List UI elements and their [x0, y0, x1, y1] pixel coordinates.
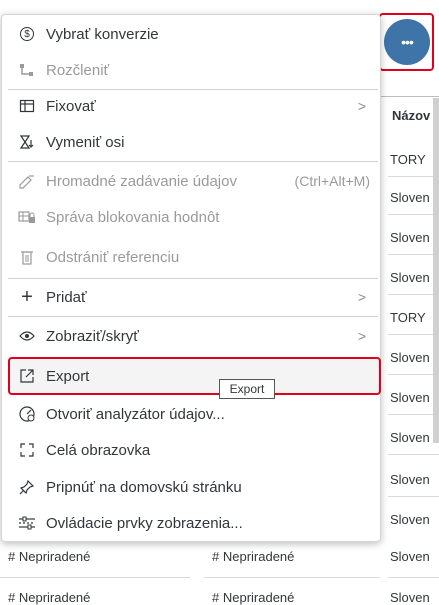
menu-item-label: Správa blokovania hodnôt: [46, 208, 220, 226]
row-divider: [388, 374, 439, 375]
menu-item-open-data-analyzer[interactable]: Otvoriť analyzátor údajov...: [8, 396, 378, 432]
row-divider: [388, 577, 439, 578]
row-divider: [0, 577, 190, 578]
more-actions-button[interactable]: •••: [384, 19, 430, 65]
shortcut-label: (Ctrl+Alt+M): [294, 173, 370, 189]
table-cell[interactable]: Sloven: [390, 230, 430, 245]
table-cell[interactable]: Sloven: [390, 190, 430, 205]
row-divider: [388, 214, 439, 215]
hierarchy-icon: [18, 61, 36, 79]
menu-item-label: Hromadné zadávanie údajov: [46, 172, 237, 190]
menu-item-label: Pridať: [46, 288, 87, 306]
menu-item-mass-data-entry[interactable]: Hromadné zadávanie údajov (Ctrl+Alt+M): [8, 163, 378, 199]
menu-item-label: Rozčleniť: [46, 61, 110, 79]
row-divider: [388, 334, 439, 335]
currency-icon: $: [18, 25, 36, 43]
menu-item-label: Zobraziť/skryť: [46, 327, 139, 345]
row-divider: [388, 454, 439, 455]
menu-item-export[interactable]: Export: [8, 358, 378, 394]
menu-item-label: Celá obrazovka: [46, 441, 151, 459]
chevron-right-icon: >: [357, 289, 366, 305]
menu-item-label: Export: [46, 367, 90, 385]
row-divider: [388, 254, 439, 255]
swap-axes-icon: [18, 133, 36, 151]
row-divider: [204, 577, 380, 578]
plus-icon: +: [21, 285, 33, 308]
row-divider: [388, 176, 439, 177]
menu-item-freeze[interactable]: Fixovať >: [8, 88, 378, 124]
table-cell[interactable]: TORY: [390, 310, 426, 325]
table-cell[interactable]: TORY: [390, 152, 426, 167]
eye-icon: [18, 327, 36, 345]
chevron-right-icon: >: [357, 98, 366, 114]
table-cell[interactable]: Sloven: [390, 430, 430, 445]
table-cell[interactable]: Sloven: [390, 590, 430, 605]
lock-table-icon: [18, 208, 36, 226]
more-icon: •••: [401, 34, 414, 50]
menu-item-pin-to-home[interactable]: Pripnúť na domovskú stránku: [8, 469, 378, 505]
analyzer-icon: [18, 405, 36, 423]
column-header-name[interactable]: Názov: [392, 108, 430, 123]
table-cell[interactable]: Sloven: [390, 472, 430, 487]
menu-item-view-controls[interactable]: Ovládacie prvky zobrazenia...: [8, 505, 378, 541]
table-cell[interactable]: Sloven: [390, 350, 430, 365]
table-cell[interactable]: Sloven: [390, 390, 430, 405]
freeze-icon: [18, 97, 36, 115]
menu-item-label: Odstrániť referenciu: [46, 248, 180, 266]
table-cell[interactable]: Sloven: [390, 512, 430, 527]
menu-item-label: Ovládacie prvky zobrazenia...: [46, 514, 243, 532]
fullscreen-icon: [18, 441, 36, 459]
row-divider: [388, 496, 439, 497]
table-cell[interactable]: Sloven: [390, 270, 430, 285]
menu-separator: [8, 161, 378, 162]
mass-entry-icon: [18, 172, 36, 190]
view-controls-icon: [18, 514, 36, 532]
pin-icon: [18, 478, 36, 496]
export-icon: [18, 367, 36, 385]
table-cell[interactable]: # Nepriradené: [212, 549, 294, 564]
menu-item-label: Pripnúť na domovskú stránku: [46, 478, 242, 496]
menu-separator: [8, 316, 378, 317]
menu-item-label: Otvoriť analyzátor údajov...: [46, 405, 225, 423]
menu-item-swap-axes[interactable]: Vymeniť osi: [8, 124, 378, 160]
chevron-right-icon: >: [357, 328, 366, 344]
table-cell[interactable]: # Nepriradené: [8, 549, 90, 564]
menu-item-select-conversions[interactable]: $ Vybrať konverzie: [8, 16, 378, 52]
table-cell[interactable]: # Nepriradené: [212, 590, 294, 605]
trash-icon: [18, 248, 36, 266]
menu-item-remove-reference[interactable]: Odstrániť referenciu: [8, 239, 378, 275]
row-divider: [388, 414, 439, 415]
menu-item-fullscreen[interactable]: Celá obrazovka: [8, 432, 378, 468]
menu-item-show-hide[interactable]: Zobraziť/skryť >: [8, 318, 378, 354]
table-cell[interactable]: Sloven: [390, 549, 430, 564]
table-divider: [380, 96, 439, 97]
menu-item-drill-down[interactable]: Rozčleniť: [8, 52, 378, 88]
row-divider: [388, 294, 439, 295]
menu-item-add[interactable]: + Pridať >: [8, 279, 378, 315]
menu-item-value-lock-management[interactable]: Správa blokovania hodnôt: [8, 199, 378, 235]
menu-item-label: Vybrať konverzie: [46, 25, 159, 43]
menu-item-label: Vymeniť osi: [46, 133, 125, 151]
menu-item-label: Fixovať: [46, 97, 96, 115]
table-cell[interactable]: # Nepriradené: [8, 590, 90, 605]
vertical-scrollbar[interactable]: [433, 98, 439, 443]
